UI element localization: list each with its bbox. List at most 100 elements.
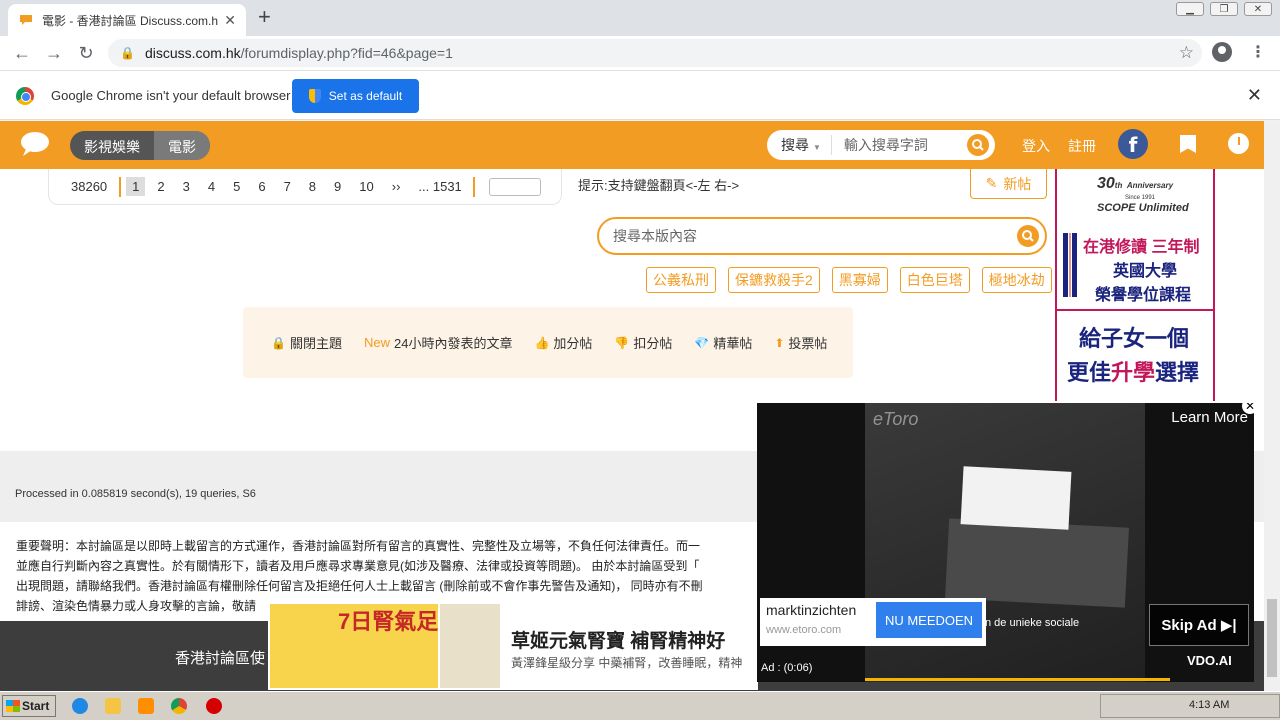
page-link[interactable]: 5 [227, 177, 246, 196]
tag-link[interactable]: 公義私刑 [646, 267, 716, 293]
cta-site: www.etoro.com [766, 624, 842, 636]
close-window-button[interactable]: ✕ [1244, 2, 1272, 16]
forward-icon[interactable]: → [38, 43, 70, 64]
search-type-select[interactable]: 搜尋 ▼ [767, 135, 832, 155]
maximize-button[interactable]: ❐ [1210, 2, 1238, 16]
page-link[interactable]: 1 [126, 177, 146, 196]
anniversary-text: 30th Anniversary [1097, 175, 1174, 192]
menu-kebab-icon[interactable]: ⋮ [1250, 42, 1266, 62]
page-link[interactable]: 7 [278, 177, 297, 196]
page-link[interactable]: 6 [252, 177, 271, 196]
filter-24h[interactable]: New 24小時內發表的文章 [364, 333, 512, 352]
last-page-link[interactable]: ... 1531 [412, 177, 467, 196]
search-icon[interactable] [967, 134, 989, 156]
tag-link[interactable]: 極地冰劫 [981, 267, 1052, 293]
browser-tab[interactable]: 電影 - 香港討論區 Discuss.com.hk - ✕ [8, 4, 246, 36]
windows-logo-icon [6, 700, 20, 712]
filter-plus[interactable]: 👍 加分帖 [534, 333, 592, 352]
bottom-banner-ad[interactable]: 7日腎氣足 草姬元氣腎寶 補腎精神好 黃澤鋒星級分享 中藥補腎，改善睡眠，精神 [268, 600, 758, 690]
category-breadcrumb: 影視娛樂 電影 [70, 131, 210, 160]
infobar-close-icon[interactable]: ✕ [1247, 85, 1262, 106]
category-movies[interactable]: 電影 [154, 131, 210, 160]
category-film-entertainment[interactable]: 影視娛樂 [70, 131, 154, 160]
cta-name: marktinzichten [766, 602, 857, 618]
new-post-button[interactable]: ✎ 新帖 [970, 169, 1047, 199]
side-banner-ad[interactable]: 30th Anniversary Since 1991 SCOPE Unlimi… [1055, 169, 1215, 401]
page-link[interactable]: 2 [151, 177, 170, 196]
video-panel [945, 518, 1129, 608]
start-button[interactable]: Start [2, 695, 56, 717]
ad-line: 給子女一個 [1079, 326, 1190, 351]
gem-icon: 💎 [694, 335, 710, 350]
alert-icon[interactable] [206, 698, 222, 714]
filter-closed[interactable]: 🔒 關閉主題 [271, 333, 342, 352]
address-bar[interactable]: 🔒 discuss.com.hk/forumdisplay.php?fid=46… [108, 39, 1202, 67]
video-dialog [960, 466, 1072, 530]
discuss-favicon-icon [18, 12, 34, 28]
ad-time: Ad : (0:06) [761, 662, 813, 674]
page-link[interactable]: 10 [353, 177, 379, 196]
page-link[interactable]: 3 [177, 177, 196, 196]
header-search-input[interactable]: 輸入搜尋字詞 [832, 135, 967, 155]
filter-poll[interactable]: ⬆ 投票帖 [774, 333, 827, 352]
scrollbar-thumb[interactable] [1267, 599, 1277, 677]
tab-close-icon[interactable]: ✕ [224, 12, 236, 29]
cta-button[interactable]: NU MEEDOEN [876, 602, 982, 638]
shield-icon [308, 89, 321, 103]
reload-icon[interactable]: ↻ [70, 43, 102, 64]
footer-bottom-text: 香港討論區使 [175, 650, 266, 667]
ie-icon[interactable] [72, 698, 88, 714]
media-player-icon[interactable] [138, 698, 154, 714]
thumbs-down-icon: 👎 [614, 335, 630, 350]
new-post-label: 新帖 [1003, 175, 1032, 192]
forum-search-input[interactable]: 搜尋本版內容 [613, 226, 1017, 246]
facebook-icon[interactable]: f [1118, 129, 1148, 159]
tag-link[interactable]: 黑寡婦 [831, 267, 888, 293]
lock-icon: 🔒 [120, 46, 135, 60]
set-as-default-button[interactable]: Set as default [292, 79, 419, 113]
minimize-button[interactable]: ▁ [1176, 2, 1204, 16]
chrome-taskbar-icon[interactable] [171, 698, 187, 714]
folder-icon[interactable] [105, 698, 121, 714]
new-tab-button[interactable]: + [258, 6, 271, 28]
lock-icon: 🔒 [271, 335, 286, 350]
history-clock-icon[interactable] [1228, 133, 1249, 154]
ad-line: 英國大學 [1113, 263, 1178, 280]
page-link[interactable]: 4 [202, 177, 221, 196]
chrome-icon [16, 87, 34, 105]
site-logo-icon[interactable] [20, 131, 52, 157]
next-page-link[interactable]: ›› [386, 177, 407, 196]
page-scrollbar[interactable] [1264, 121, 1280, 691]
register-link[interactable]: 註冊 [1068, 136, 1096, 156]
tag-link[interactable]: 白色巨塔 [899, 267, 970, 293]
login-link[interactable]: 登入 [1022, 136, 1050, 156]
bookmark-star-icon[interactable]: ☆ [1179, 43, 1194, 63]
processed-text: Processed in 0.085819 second(s), 19 quer… [15, 488, 256, 500]
learn-more-link[interactable]: Learn More [1171, 409, 1248, 426]
thumbs-up-icon: 👍 [534, 335, 550, 350]
infobar-message: Google Chrome isn't your default browser [51, 88, 291, 103]
thread-filter-bar: 🔒 關閉主題 New 24小時內發表的文章 👍 加分帖 👎 扣分帖 💎 精華帖 ⬆ 投票帖 [243, 307, 853, 378]
filter-digest[interactable]: 💎 精華帖 [694, 333, 752, 352]
tag-link[interactable]: 保鑣救殺手2 [728, 267, 820, 293]
video-ad[interactable]: eToro Learn More ✕ marktinzichten www.et… [757, 403, 1254, 682]
pager-divider [119, 176, 122, 197]
back-icon[interactable]: ← [6, 43, 38, 64]
skip-ad-button[interactable]: Skip Ad ▶| [1149, 604, 1249, 646]
skip-icon: ▶| [1220, 617, 1237, 634]
hot-tags: 公義私刑 保鑣救殺手2 黑寡婦 白色巨塔 極地冰劫 [646, 267, 1052, 293]
page-link[interactable]: 8 [303, 177, 322, 196]
page-jump-input[interactable] [488, 177, 541, 196]
vote-icon: ⬆ [774, 335, 785, 350]
search-icon[interactable] [1017, 225, 1039, 247]
browser-toolbar: ← → ↻ 🔒 discuss.com.hk/forumdisplay.php?… [0, 36, 1280, 70]
filter-minus[interactable]: 👎 扣分帖 [614, 333, 672, 352]
profile-avatar-icon[interactable] [1212, 42, 1232, 62]
system-tray: 4:13 AM [1100, 694, 1280, 718]
default-browser-infobar: Google Chrome isn't your default browser… [0, 70, 1280, 120]
bookmark-icon[interactable] [1180, 135, 1196, 153]
ad-divider [1057, 309, 1213, 311]
page-link[interactable]: 9 [328, 177, 347, 196]
set-as-default-label: Set as default [328, 89, 403, 103]
ad-line: 在港修讀 三年制 [1083, 239, 1200, 256]
